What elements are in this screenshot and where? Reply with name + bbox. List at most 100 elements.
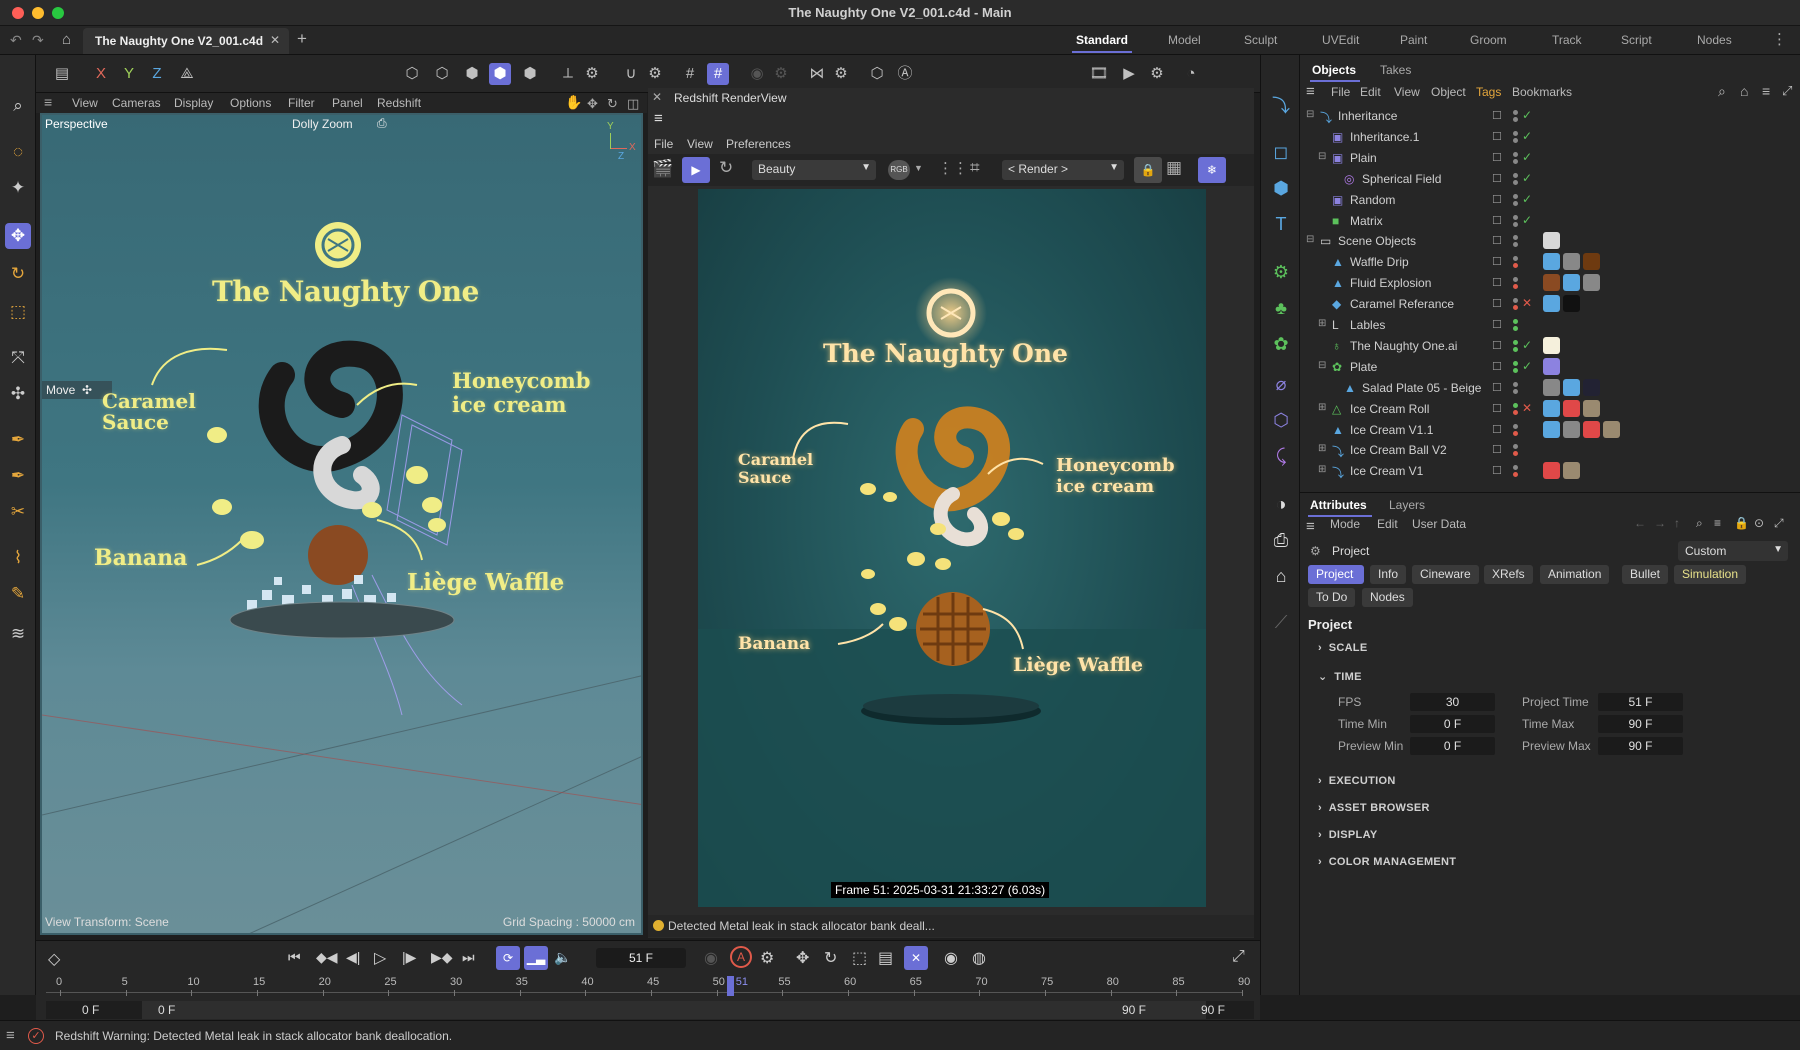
axis-y-toggle[interactable]: Y [118,63,140,85]
previous-key-icon[interactable]: ◆◀ [316,949,338,966]
spline-object-icon[interactable]: ⤹ [1268,443,1294,469]
aov-dropdown[interactable]: Beauty ▼ [752,160,876,180]
material-tag-icon[interactable] [1603,420,1620,438]
move-view-icon[interactable]: ✥ [587,96,598,112]
snap-icon[interactable]: ∪ [620,63,642,85]
effector-gear-icon[interactable]: ✿ [1268,331,1294,357]
layout-sculpt[interactable]: Sculpt [1244,33,1277,47]
render-region-icon[interactable]: 🎞 [1088,63,1110,85]
editor-visibility-dot[interactable] [1513,360,1518,366]
mograph-icon[interactable]: ♣ [1268,295,1294,321]
status-hamburger-icon[interactable]: ≡ [6,1027,15,1044]
object-row[interactable]: ⊟ ▣ Plain [1300,148,1790,169]
cameras-null-icon[interactable]: ⤵ [1268,93,1294,119]
objects-menu-view[interactable]: View [1394,85,1420,99]
scene-tools-icon[interactable]: ⟋ [1268,609,1294,635]
objects-hamburger-icon[interactable]: ≡ [1306,83,1315,100]
previous-frame-icon[interactable]: ◀| [346,949,360,966]
start-render-icon[interactable]: ▶ [682,157,710,183]
document-tab[interactable]: The Naughty One V2_001.c4d ✕ [83,28,289,54]
attributes-expand-icon[interactable]: ⤢ [1774,516,1784,531]
editor-visibility-dot[interactable] [1513,151,1518,157]
maximize-view-icon[interactable]: ◫ [627,96,639,112]
play-icon[interactable]: ▷ [374,948,386,968]
layer-toggle-icon[interactable]: ☐ [1492,172,1502,185]
editor-visibility-dot[interactable] [1513,339,1518,345]
layer-toggle-icon[interactable]: ☐ [1492,381,1502,394]
autokey-icon[interactable]: A [730,946,752,968]
material-tag-icon[interactable] [1563,462,1580,480]
attributes-search-icon[interactable]: ⌕ [1696,516,1703,531]
lock-icon[interactable]: ⬡ [866,63,888,85]
layout-groom[interactable]: Groom [1470,33,1507,47]
layer-toggle-icon[interactable]: ☐ [1492,109,1502,122]
layout-model[interactable]: Model [1168,33,1201,47]
pill-bullet[interactable]: Bullet [1622,565,1669,584]
layer-toggle-icon[interactable]: ☐ [1492,214,1502,227]
time-max-field[interactable]: 90 F [1598,715,1683,733]
collapse-icon[interactable]: ⊟ [1318,360,1326,371]
tweak-icon[interactable]: ✦ [5,175,31,201]
keyframe-scale-icon[interactable]: ⬚ [852,948,867,968]
crop-icon[interactable]: ⌗ [970,158,980,178]
light-icon[interactable]: ⌂ [1268,563,1294,589]
text-object-icon[interactable]: T [1268,211,1294,237]
field-icon[interactable]: ⬡ [1268,407,1294,433]
nav-forward-icon[interactable]: → [1654,516,1666,530]
layer-toggle-icon[interactable]: ☐ [1492,464,1502,477]
loop-icon[interactable]: ⟳ [496,946,520,970]
editor-visibility-dot[interactable] [1513,130,1518,136]
object-row[interactable]: ⊞ ⤵ Ice Cream Ball V2 [1300,440,1790,461]
deformer-icon[interactable]: ⌀ [1268,371,1294,397]
axis-settings-icon[interactable]: ⚙ [581,63,603,85]
workplane-icon[interactable]: # [679,63,701,85]
material-tag-icon[interactable] [1583,420,1600,438]
material-tag-icon[interactable] [1563,274,1580,292]
pill-xrefs[interactable]: XRefs [1484,565,1533,584]
render-visibility-dot[interactable] [1513,367,1518,373]
timeline-ruler[interactable]: 0 5 10 15 20 25 30 35 40 45 50 55 60 65 70 75 80 85 90 51 [46,976,1250,998]
motion-system-icon[interactable]: ◉ [944,948,958,968]
playhead-marker[interactable] [726,976,734,996]
section-color-management[interactable]: › COLOR MANAGEMENT [1318,856,1456,868]
layout-standard[interactable]: Standard [1076,33,1128,47]
time-min-field[interactable]: 0 F [1410,715,1495,733]
place-tool-icon[interactable]: ✣ [5,381,31,407]
expand-icon[interactable]: ⊞ [1318,443,1326,454]
keyframe-diamond-icon[interactable]: ◇ [48,949,60,969]
axis-mode-icon[interactable]: ⟂ [557,63,579,85]
editor-visibility-dot[interactable] [1513,319,1518,324]
next-key-icon[interactable]: ▶◆ [431,949,453,966]
preview-range-icon[interactable]: ▁▃ [524,946,548,970]
objects-menu-object[interactable]: Object [1431,85,1466,99]
parameter-key-icon[interactable]: ▤ [878,948,893,968]
renderview-hamburger-icon[interactable]: ≡ [654,110,663,127]
more-menu-icon[interactable]: ⋮ [1772,30,1787,48]
expand-icon[interactable]: ⊞ [1318,464,1326,475]
section-time[interactable]: ⌄ TIME [1318,670,1362,683]
enabled-check-icon[interactable]: ✓ [1522,108,1532,122]
objects-menu-edit[interactable]: Edit [1360,85,1381,99]
keyframe-rotate-icon[interactable]: ↻ [824,948,837,968]
attributes-menu-mode[interactable]: Mode [1330,517,1360,531]
refresh-render-icon[interactable]: ↻ [719,158,733,178]
project-time-field[interactable]: 51 F [1598,693,1683,711]
layer-toggle-icon[interactable]: ☐ [1492,297,1502,310]
layout-script[interactable]: Script [1621,33,1652,47]
expand-icon[interactable]: ⊞ [1318,402,1326,413]
home-icon[interactable]: ⌂ [62,31,71,48]
enabled-check-icon[interactable]: ✓ [1522,129,1532,143]
layer-toggle-icon[interactable]: ☐ [1492,234,1502,247]
tab-objects[interactable]: Objects [1312,63,1356,77]
coordinate-system-icon[interactable]: ⟁ [176,63,198,85]
enabled-check-icon[interactable]: ✓ [1522,171,1532,185]
tab-attributes[interactable]: Attributes [1310,498,1367,512]
scale-tool-icon[interactable]: ⬚ [5,299,31,325]
render-settings-icon[interactable]: ⚙ [1146,63,1168,85]
render-visibility-dot[interactable] [1513,137,1518,143]
layer-toggle-icon[interactable]: ☐ [1492,318,1502,331]
grid-view-icon[interactable]: ▦ [1166,158,1182,178]
record-settings-icon[interactable]: ⚙ [760,948,774,968]
collapse-icon[interactable]: ⊟ [1306,109,1314,120]
cloner-icon[interactable]: ⚙ [1268,259,1294,285]
